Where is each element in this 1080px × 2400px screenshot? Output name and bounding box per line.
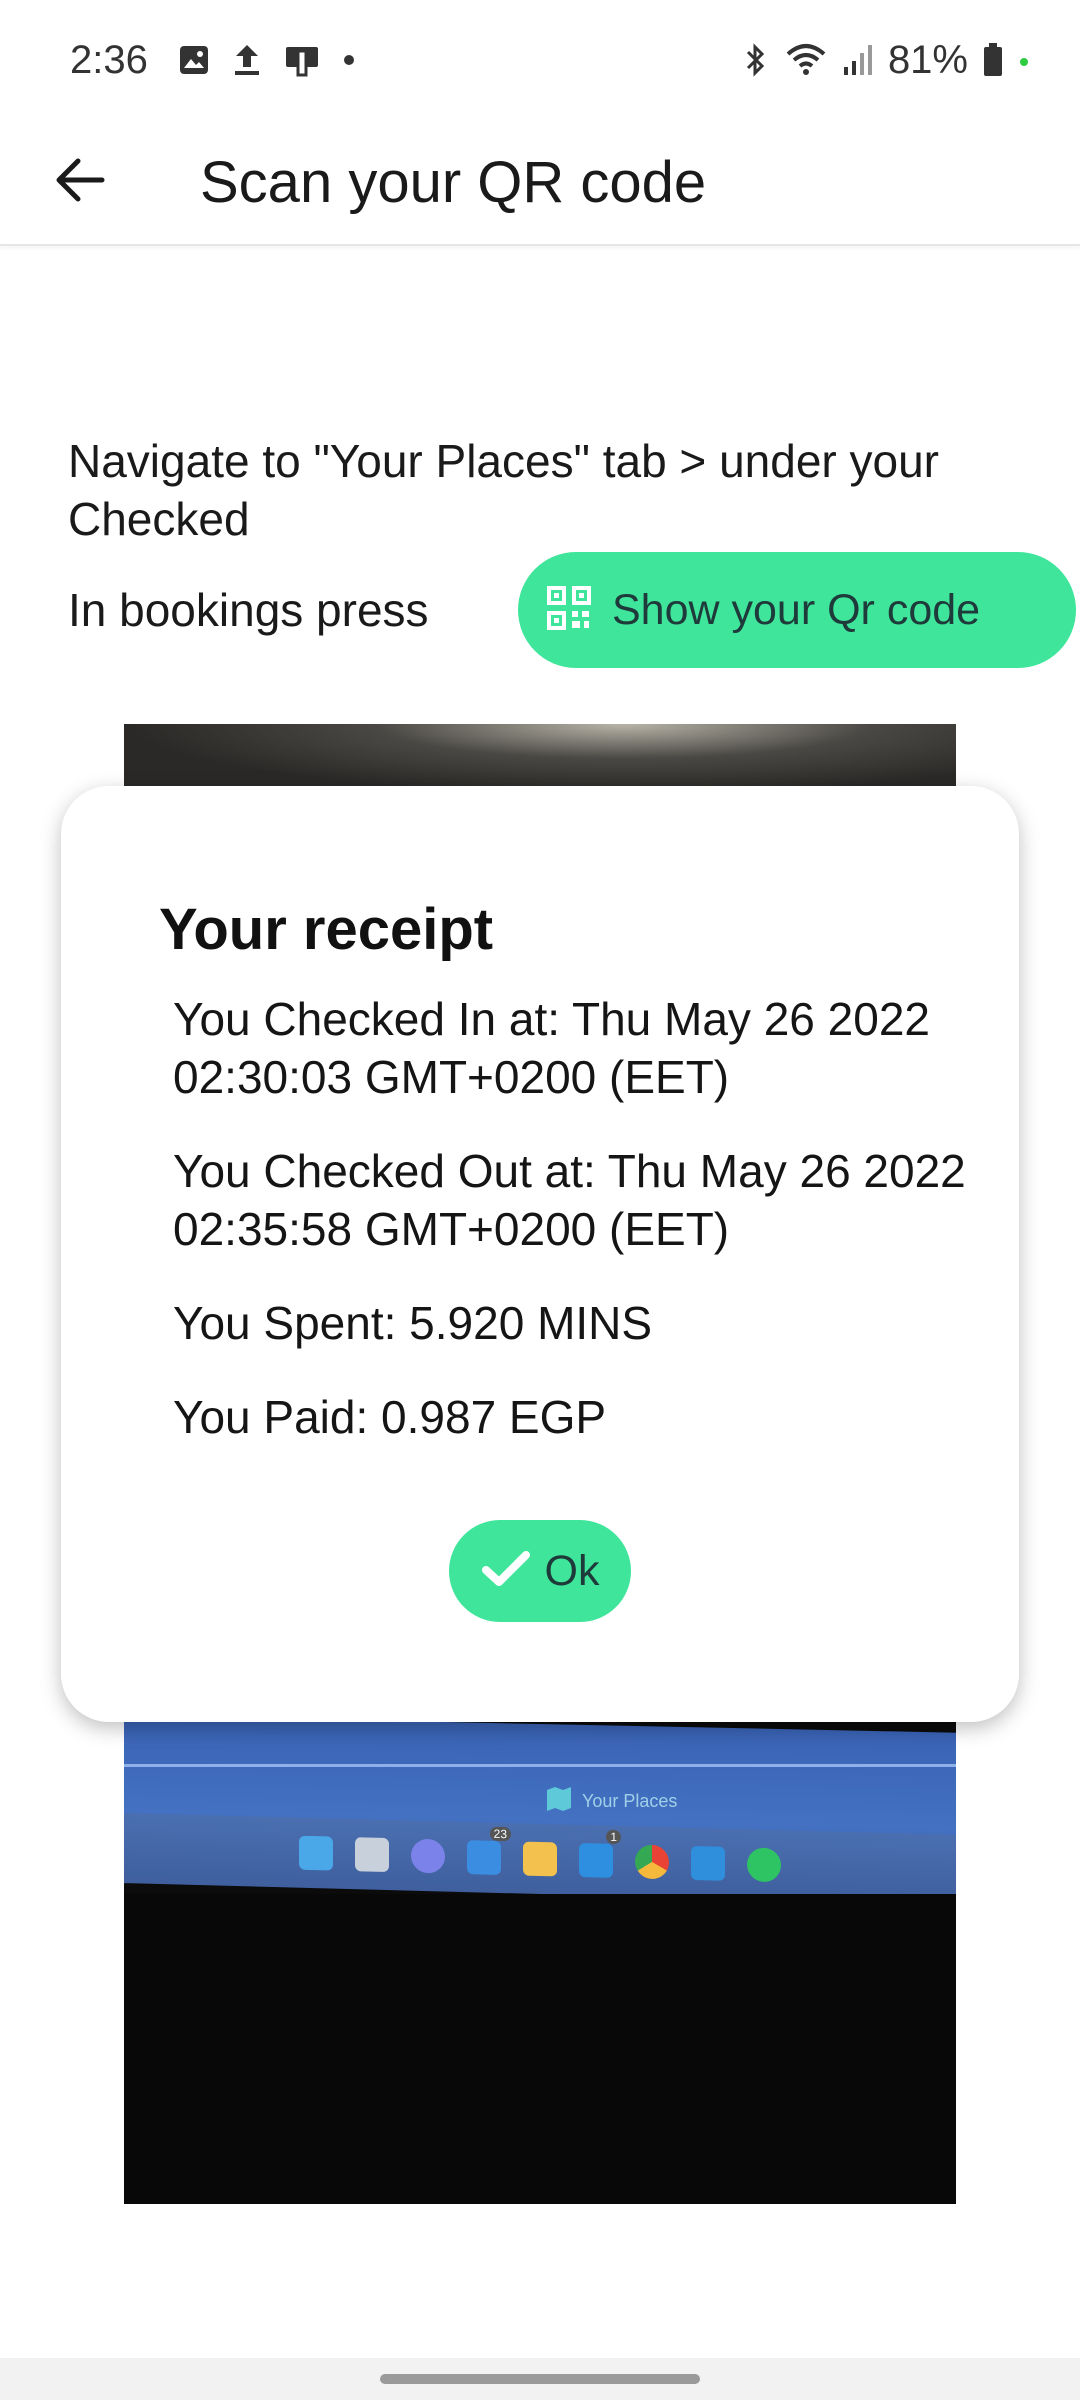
battery-percent: 81% — [887, 37, 968, 82]
wifi-icon — [784, 42, 828, 78]
instructions-text: Navigate to "Your Places" tab > under yo… — [68, 435, 939, 545]
dot-icon — [342, 53, 356, 67]
amount-paid-text: You Paid: 0.987 EGP — [173, 1391, 607, 1443]
upload-icon — [232, 43, 262, 77]
signal-icon — [842, 43, 874, 77]
camera-top-glare — [124, 724, 956, 794]
camera-overlay-label: Your Places — [544, 1784, 677, 1819]
time-spent-text: You Spent: 5.920 MINS — [173, 1297, 653, 1349]
camera-bottom-dark — [124, 1894, 956, 2204]
chat-icon — [411, 1838, 445, 1874]
receipt-dialog: Your receipt You Checked In at: Thu May … — [61, 786, 1019, 1722]
status-time: 2:36 — [70, 37, 148, 82]
in-bookings-row: In bookings press Show your Qr code — [68, 552, 1076, 668]
windows-icon — [299, 1835, 333, 1871]
checked-in-text: You Checked In at: Thu May 26 2022 02:30… — [173, 993, 930, 1103]
taskview-icon — [355, 1837, 389, 1873]
camera-screen-line — [124, 1764, 956, 1767]
status-bar: 2:36 81% — [0, 0, 1080, 120]
app-bar: Scan your QR code — [0, 120, 1080, 246]
battery-icon — [982, 42, 1004, 78]
checked-out-text: You Checked Out at: Thu May 26 2022 02:3… — [173, 1145, 966, 1255]
status-left-icons — [178, 43, 356, 77]
status-right: 81% — [742, 38, 1030, 83]
check-icon — [481, 1549, 531, 1594]
badge-count: 23 — [489, 1826, 511, 1842]
ok-button[interactable]: Ok — [449, 1520, 631, 1622]
qr-code-icon — [546, 585, 592, 636]
widgets-icon: 23 — [467, 1826, 511, 1875]
dialog-title: Your receipt — [159, 897, 494, 962]
whatsapp-icon — [747, 1847, 781, 1883]
vscode-icon — [691, 1845, 725, 1881]
gallery-icon — [178, 44, 210, 76]
arrow-back-icon — [54, 156, 106, 209]
show-qr-code-button[interactable]: Show your Qr code — [518, 552, 1076, 668]
mail-icon: 1 — [579, 1829, 621, 1878]
show-qr-code-label: Show your Qr code — [612, 585, 981, 634]
ok-label: Ok — [544, 1546, 600, 1595]
folder-icon — [523, 1841, 557, 1877]
in-bookings-text: In bookings press — [68, 584, 429, 636]
page-title: Scan your QR code — [200, 149, 707, 215]
home-handle[interactable] — [380, 2374, 700, 2384]
chrome-icon — [635, 1844, 669, 1880]
gesture-nav-bar — [0, 2358, 1080, 2400]
badge-count: 1 — [606, 1829, 621, 1845]
green-dot-icon — [1018, 54, 1030, 66]
map-icon — [544, 1784, 574, 1819]
device-icon — [284, 43, 320, 77]
bluetooth-icon — [742, 42, 770, 78]
camera-overlay-text: Your Places — [582, 1791, 678, 1811]
back-button[interactable] — [10, 119, 150, 245]
